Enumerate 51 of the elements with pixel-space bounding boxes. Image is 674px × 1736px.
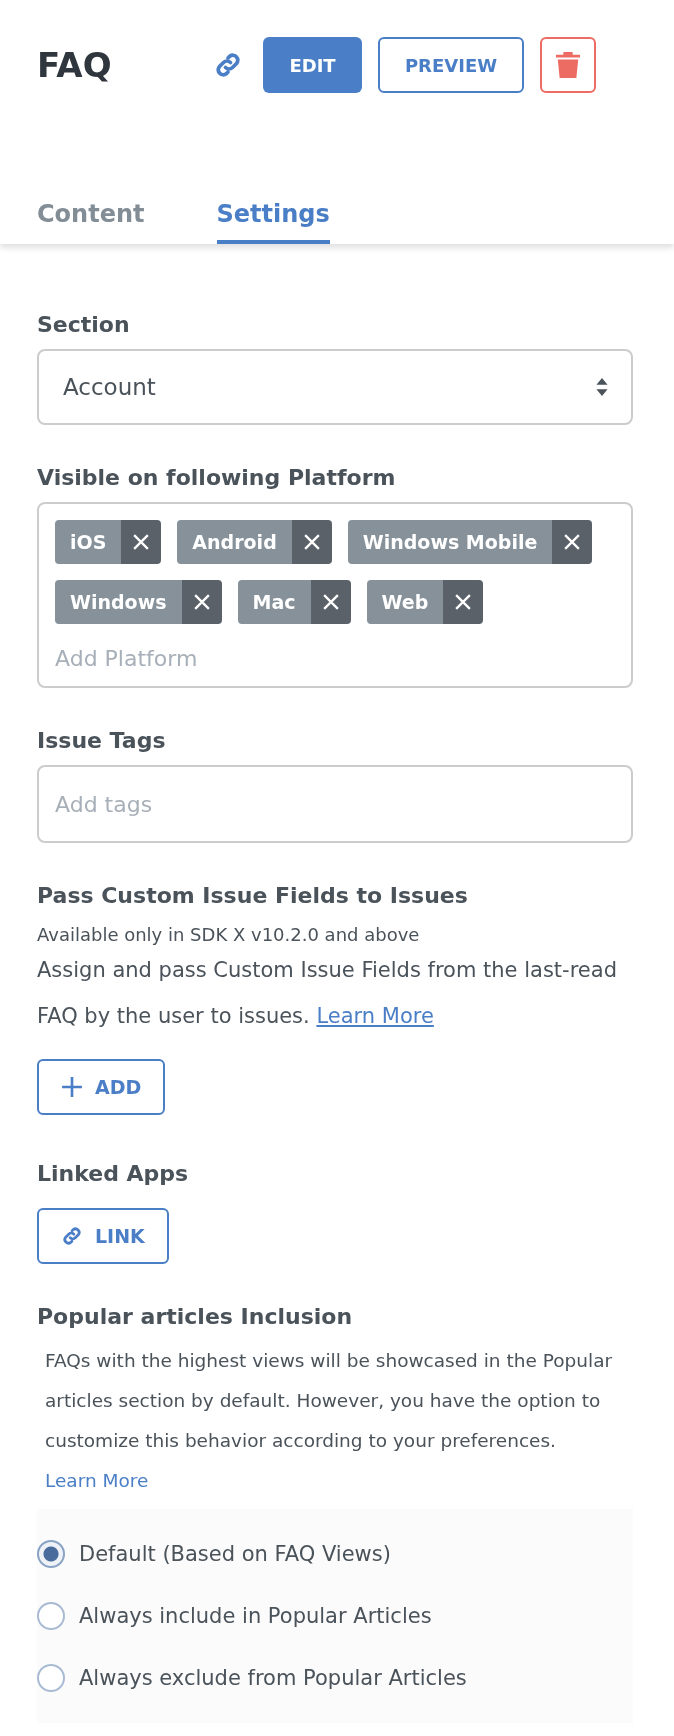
page-title: FAQ	[37, 45, 113, 85]
add-button[interactable]: ADD	[37, 1059, 166, 1115]
platform-tag: Windows	[55, 580, 182, 624]
close-icon	[133, 534, 150, 550]
close-icon	[193, 594, 210, 610]
field-label: Section	[37, 312, 131, 337]
option-label: Always include in Popular Articles	[79, 1604, 432, 1628]
platform-tag: Android	[177, 520, 292, 564]
trash-icon	[555, 50, 581, 80]
learn-more-link[interactable]: Learn More	[45, 1470, 149, 1491]
platform-tag: iOS	[55, 520, 122, 564]
option-label: Default (Based on FAQ Views)	[79, 1542, 391, 1566]
radio-button[interactable]	[37, 1664, 65, 1692]
link-button[interactable]: LINK	[37, 1208, 169, 1264]
link-icon	[61, 1225, 83, 1247]
edit-button[interactable]: EDIT	[263, 37, 362, 93]
section-heading: Pass Custom Issue Fields to Issues	[37, 883, 469, 908]
section-heading: Popular articles Inclusion	[37, 1304, 354, 1329]
radio-button[interactable]	[37, 1540, 65, 1568]
close-icon	[303, 534, 320, 550]
remove-tag-button[interactable]	[310, 580, 351, 624]
remove-tag-button[interactable]	[291, 520, 332, 564]
close-icon	[322, 594, 339, 610]
tab[interactable]: Content	[37, 200, 145, 244]
close-icon	[455, 594, 472, 610]
sdk-note: Available only in SDK X v10.2.0 and above	[37, 924, 421, 945]
tags-input[interactable]: Add tags	[37, 765, 633, 843]
platform-tag: Windows Mobile	[347, 520, 553, 564]
platform-tag: Mac	[237, 580, 311, 624]
tab[interactable]: Settings	[216, 200, 330, 244]
link-icon[interactable]	[213, 50, 243, 80]
sort-caret-icon	[595, 377, 609, 397]
learn-more-link[interactable]: Learn More	[316, 1004, 434, 1028]
radio-button[interactable]	[37, 1602, 65, 1630]
option-label: Always exclude from Popular Articles	[79, 1666, 467, 1690]
close-icon	[564, 534, 581, 550]
description-text: FAQs with the highest views will be showcased in the Popular articles section by default. However, you have the option to customize this behavior according to your preferences. Learn More	[44, 1349, 614, 1493]
remove-tag-button[interactable]	[181, 580, 222, 624]
section-select[interactable]: Account	[37, 349, 633, 425]
plus-icon	[61, 1076, 83, 1098]
remove-tag-button[interactable]	[121, 520, 162, 564]
remove-tag-button[interactable]	[443, 580, 484, 624]
description-text: Assign and pass Custom Issue Fields from the last-read FAQ by the user to issues. Learn More	[37, 957, 618, 1030]
field-label: Visible on following Platform	[37, 465, 397, 490]
field-label: Issue Tags	[37, 728, 167, 753]
section-heading: Linked Apps	[37, 1161, 190, 1186]
remove-tag-button[interactable]	[552, 520, 593, 564]
preview-button[interactable]: PREVIEW	[378, 37, 524, 93]
platform-field[interactable]: iOS Android Windows Mobile Windows Mac Web Add Platform	[37, 502, 633, 688]
platform-tag: Web	[366, 580, 444, 624]
delete-button[interactable]	[540, 37, 596, 93]
